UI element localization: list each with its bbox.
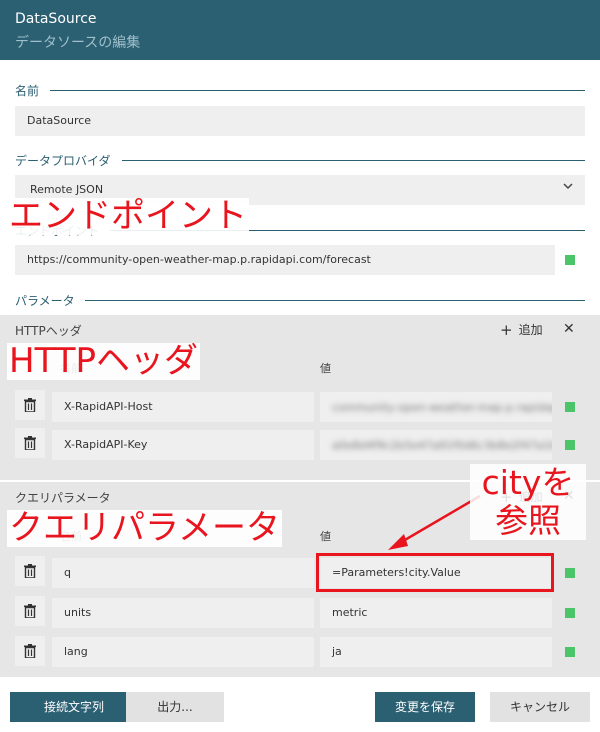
http-headers-add-button[interactable]: + 追加 — [500, 321, 543, 339]
http-headers-col-value: 値 — [320, 362, 331, 375]
params-section-label: パラメータ — [15, 294, 75, 308]
connection-string-button[interactable]: 接続文字列 — [10, 692, 138, 722]
http-header-status-indicator — [565, 402, 575, 412]
trash-icon[interactable] — [15, 596, 45, 626]
http-header-name-field[interactable]: X-RapidAPI-Key — [52, 430, 314, 460]
query-param-status-indicator — [565, 568, 575, 578]
annotation-query-params: クエリパラメータ — [7, 508, 282, 548]
http-headers-add-label: 追加 — [518, 323, 543, 337]
provider-section-divider — [122, 160, 585, 161]
query-param-name-field[interactable]: units — [52, 598, 314, 628]
trash-icon[interactable] — [15, 636, 45, 666]
http-header-value-text: a0e8d4f9c2b5e47a91f0d6c3b8e2f47a1b9c0d5e — [332, 439, 552, 452]
output-button[interactable]: 出力... — [126, 692, 224, 722]
http-header-status-indicator — [565, 440, 575, 450]
trash-icon[interactable] — [15, 390, 45, 420]
http-headers-title: HTTPヘッダ — [15, 324, 82, 338]
annotation-endpoint: エンドポイント — [7, 196, 249, 236]
query-param-status-indicator — [565, 647, 575, 657]
http-headers-close-icon[interactable]: ✕ — [563, 321, 575, 337]
query-params-col-value: 値 — [320, 530, 331, 543]
query-param-status-indicator — [565, 608, 575, 618]
endpoint-input[interactable]: https://community-open-weather-map.p.rap… — [15, 245, 555, 275]
query-param-name-field[interactable]: lang — [52, 637, 314, 667]
query-param-name-field[interactable]: q — [52, 558, 314, 588]
http-header-value-field[interactable]: a0e8d4f9c2b5e47a91f0d6c3b8e2f47a1b9c0d5e — [320, 430, 552, 460]
annotation-callout-line1: cityを — [481, 463, 575, 502]
endpoint-status-indicator — [565, 255, 575, 265]
cancel-button[interactable]: キャンセル — [490, 692, 590, 722]
save-changes-button[interactable]: 変更を保存 — [375, 692, 475, 722]
chevron-down-icon[interactable] — [563, 181, 573, 194]
dialog-title: DataSource — [15, 11, 97, 27]
dialog-header: DataSource データソースの編集 — [0, 0, 600, 60]
name-section-label: 名前 — [15, 84, 40, 98]
trash-icon[interactable] — [15, 556, 45, 586]
annotation-callout: cityを 参照 — [470, 464, 586, 540]
dialog-subtitle: データソースの編集 — [15, 35, 141, 51]
http-header-value-field[interactable]: community-open-weather-map.p.rapidapi.co… — [320, 392, 552, 422]
query-param-value-field[interactable]: metric — [320, 598, 552, 628]
http-header-name-field[interactable]: X-RapidAPI-Host — [52, 392, 314, 422]
annotation-callout-line2: 参照 — [495, 501, 561, 540]
annotation-highlight-box — [316, 553, 554, 592]
http-header-value-text: community-open-weather-map.p.rapidapi.co… — [332, 401, 552, 414]
name-input[interactable]: DataSource — [15, 106, 585, 136]
provider-section-label: データプロバイダ — [15, 154, 111, 168]
name-section-divider — [50, 90, 585, 91]
annotation-http-headers: HTTPヘッダ — [7, 341, 201, 381]
plus-icon: + — [500, 321, 513, 339]
query-param-value-field[interactable]: ja — [320, 637, 552, 667]
trash-icon[interactable] — [15, 428, 45, 458]
params-section-divider — [85, 300, 585, 301]
query-params-title: クエリパラメータ — [15, 491, 111, 505]
